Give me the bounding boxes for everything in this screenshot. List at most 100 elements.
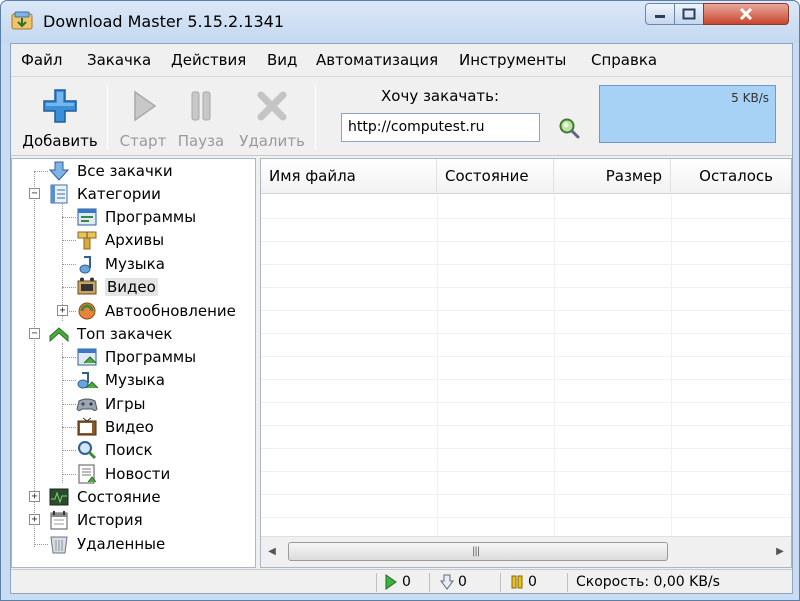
tv-icon [77, 417, 97, 436]
column-size[interactable]: Размер [554, 159, 671, 194]
close-icon [739, 7, 753, 21]
tree-item-top-video[interactable]: Видео [76, 416, 154, 438]
toolbar: Добавить Старт Пауза Удалить Хочу закача… [11, 78, 792, 156]
tree-item-top-search[interactable]: Поиск [76, 439, 153, 461]
tree-label: Все закачки [77, 162, 173, 180]
pause-icon [191, 91, 211, 121]
scroll-right-arrow-icon[interactable]: ▶ [774, 545, 786, 559]
maximize-icon [682, 8, 696, 20]
tree-item-top-downloads[interactable]: Топ закачек [48, 323, 173, 345]
tree-item-cat-programs[interactable]: Программы [76, 206, 196, 228]
tree-item-top-news[interactable]: Новости [76, 463, 170, 485]
menu-actions[interactable]: Действия [171, 51, 246, 69]
status-queued: 0 [440, 570, 467, 594]
column-label: Осталось [699, 167, 773, 185]
tree-item-top-programs[interactable]: Программы [76, 346, 196, 368]
search-icon [78, 441, 97, 460]
delete-button-label: Удалить [239, 132, 305, 150]
menu-view[interactable]: Вид [267, 51, 297, 69]
tree-label: Поиск [105, 441, 153, 459]
toolbar-separator [315, 84, 316, 150]
tree-item-cat-archives[interactable]: Архивы [76, 229, 164, 251]
menu-help[interactable]: Справка [591, 51, 657, 69]
menu-file[interactable]: Файл [21, 51, 62, 69]
tree-item-categories[interactable]: Категории [48, 183, 161, 205]
menu-automation[interactable]: Автоматизация [316, 51, 438, 69]
close-button[interactable] [703, 3, 789, 25]
tree-item-cat-autoupdate[interactable]: Автообновление [76, 300, 236, 322]
archive-icon [77, 231, 97, 250]
music-top-icon [77, 372, 98, 389]
collapse-toggle[interactable]: − [29, 188, 40, 199]
paused-icon [511, 575, 523, 589]
tree-item-top-games[interactable]: Игры [76, 393, 145, 415]
status-paused: 0 [510, 570, 537, 594]
horizontal-scrollbar[interactable]: ◀ ||| ▶ [261, 536, 791, 567]
tree-label: Музыка [105, 255, 165, 273]
tree-item-cat-music[interactable]: Музыка [76, 253, 165, 275]
status-speed: Скорость: 0,00 KB/s [576, 574, 720, 590]
scroll-left-arrow-icon[interactable]: ◀ [266, 545, 278, 559]
tree-label: Архивы [105, 231, 165, 249]
column-filename[interactable]: Имя файла [261, 159, 437, 194]
delete-button[interactable]: Удалить [237, 86, 307, 152]
column-label: Имя файла [269, 167, 356, 185]
status-bar: 0 0 0 Скорость: 0,00 KB/s [11, 569, 792, 593]
list-header: Имя файла Состояние Размер Осталось [261, 159, 791, 194]
url-input[interactable]: http://computest.ru [341, 113, 540, 142]
grip-icon: ||| [472, 546, 480, 557]
url-label: Хочу закачать: [381, 87, 500, 105]
pause-button[interactable]: Пауза [175, 86, 227, 152]
expand-toggle[interactable]: + [57, 305, 68, 316]
download-arrow-icon [48, 161, 70, 181]
calendar-icon [50, 511, 68, 530]
gamepad-icon [76, 398, 98, 411]
search-go-icon[interactable] [558, 117, 580, 139]
minimize-button[interactable] [645, 3, 675, 25]
scrollbar-thumb[interactable]: ||| [288, 542, 668, 561]
column-status[interactable]: Состояние [437, 159, 554, 194]
tree-item-cat-video[interactable]: Видео [76, 276, 158, 298]
tree-label: Автообновление [105, 302, 236, 320]
title-bar[interactable]: Download Master 5.15.2.1341 [1, 1, 799, 43]
minimize-icon [655, 15, 665, 18]
programs-icon [77, 208, 97, 226]
music-icon [79, 256, 91, 274]
active-play-icon [385, 574, 397, 590]
column-remaining[interactable]: Осталось [671, 159, 781, 194]
tree-label: Игры [105, 395, 146, 413]
play-icon [134, 90, 157, 122]
menu-bar: Файл Закачка Действия Вид Автоматизация … [11, 44, 792, 77]
autoupdate-icon [78, 302, 96, 320]
collapse-toggle[interactable]: − [29, 328, 40, 339]
tree-item-all-downloads[interactable]: Все закачки [48, 160, 173, 182]
tree-label: Программы [105, 348, 197, 366]
column-label: Состояние [445, 167, 529, 185]
download-master-app-icon [11, 11, 33, 30]
category-tree: Все закачки − Категории Программы Архивы… [11, 158, 256, 568]
start-button[interactable]: Старт [115, 86, 171, 152]
speed-graph-label: 5 KB/s [731, 91, 769, 105]
tree-item-history[interactable]: История [48, 509, 143, 531]
maximize-button[interactable] [674, 3, 704, 25]
status-active: 0 [384, 570, 411, 594]
column-label: Размер [605, 167, 662, 185]
programs-top-icon [77, 348, 97, 366]
tree-label: История [77, 511, 143, 529]
window-title: Download Master 5.15.2.1341 [43, 12, 285, 31]
tree-item-deleted[interactable]: Удаленные [48, 533, 165, 555]
toolbar-separator [107, 84, 108, 150]
expand-toggle[interactable]: + [29, 491, 40, 502]
expand-toggle[interactable]: + [29, 514, 40, 525]
news-icon [78, 464, 97, 484]
tree-item-state[interactable]: Состояние [48, 486, 161, 508]
menu-tools[interactable]: Инструменты [459, 51, 566, 69]
menu-download[interactable]: Закачка [87, 51, 151, 69]
speed-graph: 5 KB/s [599, 85, 776, 143]
tree-label: Музыка [105, 371, 165, 389]
add-button[interactable]: Добавить [17, 86, 103, 152]
main-frame: Файл Закачка Действия Вид Автоматизация … [10, 43, 793, 594]
tree-item-top-music[interactable]: Музыка [76, 369, 165, 391]
plus-icon [43, 89, 77, 123]
tree-label: Состояние [77, 488, 161, 506]
